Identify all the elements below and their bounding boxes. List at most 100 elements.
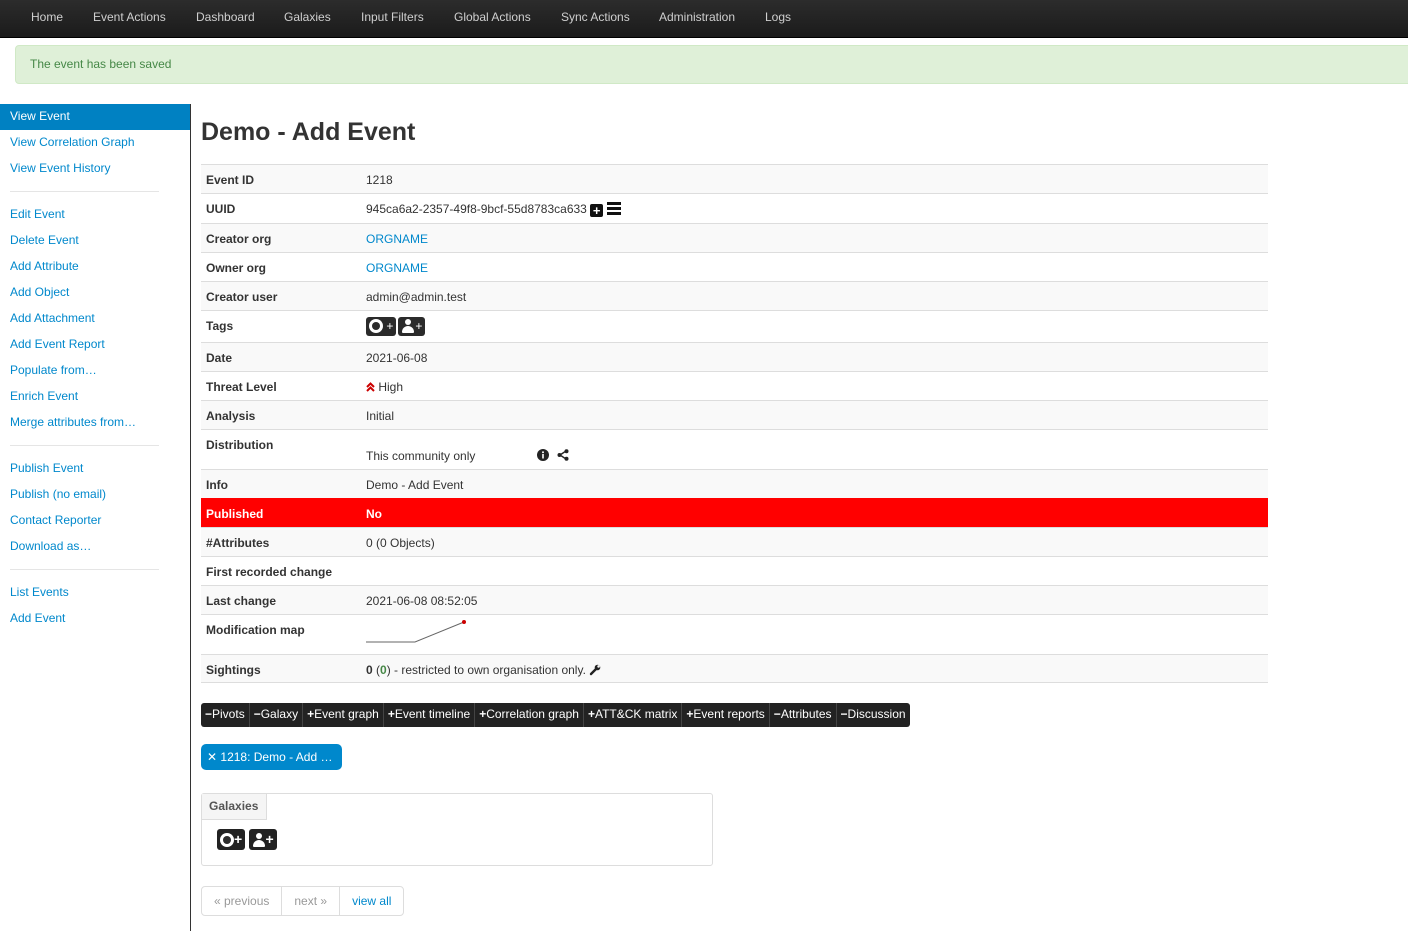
pager-next[interactable]: next » xyxy=(282,887,341,915)
add-local-galaxy-button[interactable]: + xyxy=(248,829,277,850)
row-tags: Tags + + xyxy=(201,310,1268,342)
info-icon[interactable] xyxy=(537,449,549,461)
tab-label: Attributes xyxy=(780,707,832,721)
add-global-tag-button[interactable]: + xyxy=(366,317,397,336)
tab-label: Event timeline xyxy=(394,707,471,721)
sidebar-item-view-correlation-graph[interactable]: View Correlation Graph xyxy=(0,130,190,156)
sidebar-item-populate-from[interactable]: Populate from… xyxy=(0,358,190,384)
row-info: Info Demo - Add Event xyxy=(201,469,1268,498)
row-attributes: #Attributes 0 (0 Objects) xyxy=(201,527,1268,556)
pager-previous[interactable]: « previous xyxy=(202,887,283,915)
sightings-paren: ( xyxy=(372,663,381,677)
row-published: Published No xyxy=(201,498,1268,527)
tab-event-timeline[interactable]: +Event timeline xyxy=(384,703,476,727)
sidebar-item-delete-event[interactable]: Delete Event xyxy=(0,228,190,254)
plus-square-icon[interactable]: + xyxy=(590,204,604,217)
sightings-positive: 0 xyxy=(380,663,387,677)
page-title: Demo - Add Event xyxy=(201,118,416,146)
tab-attributes[interactable]: −Attributes xyxy=(770,703,837,727)
owner-org-link[interactable]: ORGNAME xyxy=(366,261,428,275)
info-value: Demo - Add Event xyxy=(366,478,464,492)
sidebar-item-list-events[interactable]: List Events xyxy=(0,580,190,606)
nav-logs[interactable]: Logs xyxy=(765,0,791,36)
sidebar-item-add-object[interactable]: Add Object xyxy=(0,280,190,306)
row-label: Distribution xyxy=(206,438,274,452)
sidebar-item-add-attachment[interactable]: Add Attachment xyxy=(0,306,190,332)
add-local-tag-button[interactable]: + xyxy=(398,317,426,336)
sidebar-item-view-event-history[interactable]: View Event History xyxy=(0,156,190,182)
tab-label: ATT&CK matrix xyxy=(594,707,678,721)
published-value: No xyxy=(366,507,382,521)
add-global-galaxy-button[interactable]: + xyxy=(217,829,246,850)
tab-correlation-graph[interactable]: +Correlation graph xyxy=(475,703,584,727)
row-label: First recorded change xyxy=(206,565,333,579)
flash-message: The event has been saved xyxy=(15,45,1408,84)
close-icon[interactable]: ✕ xyxy=(207,750,217,764)
row-sightings: Sightings 0 (0) - restricted to own orga… xyxy=(201,654,1268,683)
tab-discussion[interactable]: −Discussion xyxy=(837,703,910,727)
nav-event-actions[interactable]: Event Actions xyxy=(93,0,166,36)
row-label: Info xyxy=(206,478,228,492)
nav-global-actions[interactable]: Global Actions xyxy=(454,0,531,36)
pivot-label: 1218: Demo - Add … xyxy=(220,750,333,764)
row-distribution: Distribution This community only xyxy=(201,429,1268,469)
double-chevron-up-icon xyxy=(366,382,375,392)
tab-pivots[interactable]: −Pivots xyxy=(201,703,250,727)
sidebar-item-enrich-event[interactable]: Enrich Event xyxy=(0,384,190,410)
creator-user-value: admin@admin.test xyxy=(366,290,467,304)
sidebar-item-add-event-report[interactable]: Add Event Report xyxy=(0,332,190,358)
pivot-item[interactable]: ✕ 1218: Demo - Add … xyxy=(201,744,342,770)
row-creator-org: Creator org ORGNAME xyxy=(201,223,1268,252)
nav-administration[interactable]: Administration xyxy=(659,0,735,36)
row-label: Last change xyxy=(206,594,277,608)
share-icon[interactable] xyxy=(557,449,569,461)
row-owner-org: Owner org ORGNAME xyxy=(201,252,1268,281)
row-label: Tags xyxy=(206,319,234,333)
tab-attack-matrix[interactable]: +ATT&CK matrix xyxy=(584,703,683,727)
sidebar-item-contact-reporter[interactable]: Contact Reporter xyxy=(0,508,190,534)
tab-label: Pivots xyxy=(212,707,245,721)
sidebar-item-view-event[interactable]: View Event xyxy=(0,104,190,130)
row-label: Date xyxy=(206,351,233,365)
sidebar: View Event View Correlation Graph View E… xyxy=(0,104,191,931)
nav-home[interactable]: Home xyxy=(31,0,63,36)
creator-org-link[interactable]: ORGNAME xyxy=(366,232,428,246)
nav-dashboard[interactable]: Dashboard xyxy=(196,0,255,36)
plus-icon: + xyxy=(415,319,423,333)
nav-galaxies[interactable]: Galaxies xyxy=(284,0,331,36)
row-event-id: Event ID 1218 xyxy=(201,164,1268,193)
galaxy-buttons: + + xyxy=(217,829,277,850)
threat-level-value: High xyxy=(366,380,403,394)
user-icon xyxy=(252,832,266,847)
sidebar-item-add-event[interactable]: Add Event xyxy=(0,606,190,632)
sightings-count: 0 xyxy=(366,663,373,677)
tab-galaxy[interactable]: −Galaxy xyxy=(250,703,304,727)
sidebar-item-merge-attributes[interactable]: Merge attributes from… xyxy=(0,410,190,436)
row-creator-user: Creator user admin@admin.test xyxy=(201,281,1268,310)
toggle-icon: − xyxy=(253,707,261,721)
nav-input-filters[interactable]: Input Filters xyxy=(361,0,424,36)
row-date: Date 2021-06-08 xyxy=(201,342,1268,371)
sidebar-item-add-attribute[interactable]: Add Attribute xyxy=(0,254,190,280)
server-icon[interactable] xyxy=(606,202,621,215)
sidebar-item-publish-no-email[interactable]: Publish (no email) xyxy=(0,482,190,508)
plus-icon: + xyxy=(234,831,243,847)
tab-event-reports[interactable]: +Event reports xyxy=(682,703,770,727)
sidebar-divider xyxy=(10,445,159,446)
sidebar-item-download-as[interactable]: Download as… xyxy=(0,534,190,560)
row-label: Owner org xyxy=(206,261,267,275)
toggle-icon: − xyxy=(205,707,213,721)
sightings-restriction-note: ) - restricted to own organisation only. xyxy=(386,663,586,677)
row-label: Creator org xyxy=(206,232,272,246)
galaxies-panel: Galaxies + + xyxy=(201,793,713,866)
sidebar-item-publish-event[interactable]: Publish Event xyxy=(0,456,190,482)
row-label: Sightings xyxy=(206,663,261,677)
tab-event-graph[interactable]: +Event graph xyxy=(303,703,384,727)
wrench-icon[interactable] xyxy=(589,664,601,676)
tab-label: Correlation graph xyxy=(486,707,579,721)
pager-view-all[interactable]: view all xyxy=(340,887,403,915)
nav-sync-actions[interactable]: Sync Actions xyxy=(561,0,630,36)
sidebar-item-edit-event[interactable]: Edit Event xyxy=(0,202,190,228)
tag-buttons: + + xyxy=(366,317,427,336)
user-icon xyxy=(401,319,415,333)
